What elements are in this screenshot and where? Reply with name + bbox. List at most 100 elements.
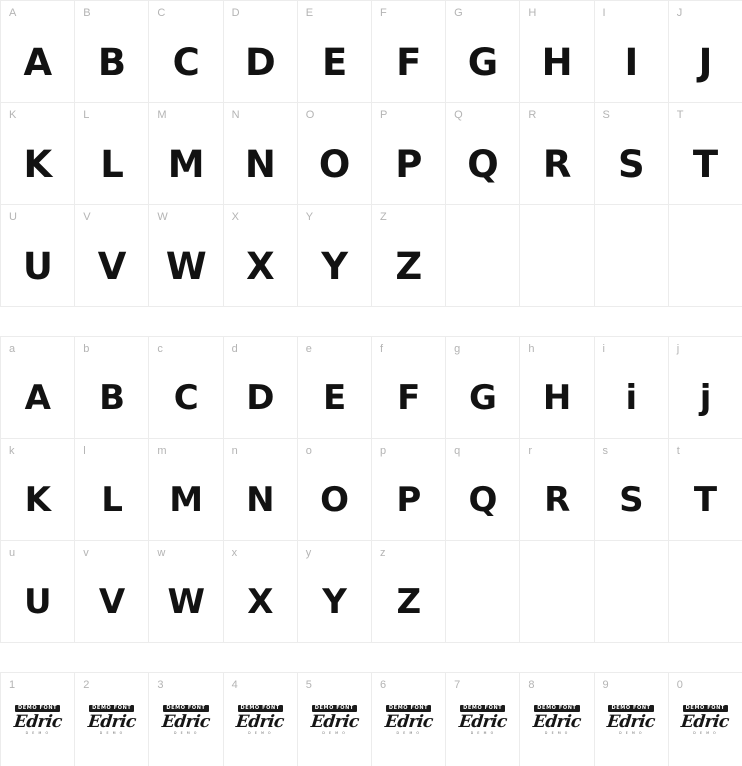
glyph-cell[interactable]: nN [223, 439, 298, 541]
glyph-cell[interactable]: JJ [668, 1, 742, 103]
watermark-banner-text: DEMO FONT [89, 705, 135, 712]
glyph-cell[interactable]: FF [371, 1, 447, 103]
glyph-cell[interactable]: LL [75, 103, 150, 205]
glyph-cell[interactable]: DD [223, 1, 298, 103]
demo-font-watermark: DEMO FONT Edric D E M O [224, 705, 297, 736]
watermark-script-text: Edric [235, 712, 286, 732]
glyph-cell[interactable]: II [594, 1, 669, 103]
glyph-cell-label: p [379, 445, 387, 457]
glyph-cell[interactable]: WW [149, 205, 224, 307]
glyph-cell-label: r [528, 445, 533, 457]
glyph-cell[interactable]: TT [668, 103, 742, 205]
demo-font-watermark: DEMO FONT Edric D E M O [520, 705, 593, 736]
glyph-cell[interactable]: hH [520, 337, 595, 439]
glyph-cell-label: X [231, 211, 240, 223]
glyph-cell[interactable]: sS [594, 439, 669, 541]
glyph-cell[interactable]: uU [1, 541, 76, 643]
glyph-cell-label: Q [454, 109, 463, 121]
glyph-cell[interactable]: vV [75, 541, 150, 643]
glyph-cell[interactable]: zZ [371, 541, 447, 643]
glyph-cell[interactable]: HH [520, 1, 595, 103]
glyph-cell[interactable]: kK [1, 439, 76, 541]
glyph-render: R [542, 142, 572, 186]
glyph-cell[interactable]: ZZ [371, 205, 447, 307]
glyph-cell[interactable]: AA [1, 1, 76, 103]
watermark-banner-text: DEMO FONT [460, 705, 506, 712]
glyph-cell[interactable]: bB [75, 337, 150, 439]
glyph-cell[interactable]: VV [75, 205, 150, 307]
glyph-cell[interactable]: yY [297, 541, 372, 643]
glyph-cell[interactable]: 0 DEMO FONT Edric D E M O [668, 673, 742, 766]
demo-font-watermark: DEMO FONT Edric D E M O [149, 705, 222, 736]
glyph-cell-label: w [157, 547, 166, 559]
glyph-cell-label: b [83, 343, 90, 355]
charmap-section-lowercase: aAbBcCdDeEfFgGhHiijj kKlLmMnNoOpPqQrRsStT… [0, 336, 742, 643]
glyph-cell[interactable]: CC [149, 1, 224, 103]
glyph-cell[interactable]: XX [223, 205, 298, 307]
glyph-cell[interactable]: QQ [446, 103, 521, 205]
glyph-cell-label: e [305, 343, 313, 355]
glyph-cell[interactable]: 8 DEMO FONT Edric D E M O [520, 673, 595, 766]
glyph-cell[interactable]: KK [1, 103, 76, 205]
glyph-cell-label: z [379, 547, 386, 559]
watermark-banner-text: DEMO FONT [163, 705, 209, 712]
glyph-cell-label: q [454, 445, 461, 457]
glyph-cell[interactable]: NN [223, 103, 298, 205]
glyph-cell[interactable]: rR [520, 439, 595, 541]
glyph-cell[interactable]: YY [297, 205, 372, 307]
glyph-cell[interactable]: xX [223, 541, 298, 643]
glyph-cell-label: A [9, 7, 17, 19]
glyph-cell[interactable]: 6 DEMO FONT Edric D E M O [371, 673, 447, 766]
glyph-cell[interactable]: RR [520, 103, 595, 205]
glyph-cell[interactable]: dD [223, 337, 298, 439]
glyph-cell[interactable]: MM [149, 103, 224, 205]
glyph-cell[interactable]: BB [75, 1, 150, 103]
glyph-cell-label: j [676, 343, 680, 355]
glyph-cell[interactable]: 1 DEMO FONT Edric D E M O [1, 673, 76, 766]
glyph-cell-label: Z [379, 211, 387, 223]
glyph-cell[interactable]: EE [297, 1, 372, 103]
glyph-cell[interactable]: 4 DEMO FONT Edric D E M O [223, 673, 298, 766]
glyph-render: Z [396, 582, 421, 622]
watermark-banner-text: DEMO FONT [14, 705, 61, 712]
glyph-cell[interactable]: 2 DEMO FONT Edric D E M O [75, 673, 150, 766]
glyph-cell[interactable]: eE [297, 337, 372, 439]
glyph-cell[interactable]: 3 DEMO FONT Edric D E M O [149, 673, 224, 766]
glyph-cell-label: S [602, 109, 611, 121]
glyph-cell[interactable]: qQ [446, 439, 521, 541]
glyph-cell[interactable]: GG [446, 1, 521, 103]
glyph-cell[interactable]: fF [371, 337, 447, 439]
watermark-script-text: Edric [86, 712, 137, 732]
glyph-render: D [246, 378, 275, 418]
glyph-cell[interactable]: OO [297, 103, 372, 205]
glyph-cell[interactable]: pP [371, 439, 447, 541]
glyph-render: V [97, 244, 127, 288]
glyph-render: C [172, 40, 200, 84]
glyph-cell[interactable]: 5 DEMO FONT Edric D E M O [297, 673, 372, 766]
glyph-cell[interactable]: gG [446, 337, 521, 439]
glyph-cell[interactable]: cC [149, 337, 224, 439]
glyph-cell[interactable]: oO [297, 439, 372, 541]
glyph-render: N [244, 142, 276, 186]
glyph-cell[interactable]: mM [149, 439, 224, 541]
glyph-render: W [165, 244, 207, 288]
glyph-cell[interactable]: aA [1, 337, 76, 439]
glyph-cell[interactable]: UU [1, 205, 76, 307]
glyph-cell[interactable]: 7 DEMO FONT Edric D E M O [446, 673, 521, 766]
watermark-script-text: Edric [680, 712, 731, 732]
glyph-cell[interactable]: lL [75, 439, 150, 541]
glyph-render: Y [321, 244, 348, 288]
glyph-cell[interactable]: ii [594, 337, 669, 439]
glyph-cell-label: n [231, 445, 238, 457]
glyph-cell-label: V [83, 211, 91, 223]
glyph-render: J [698, 40, 713, 84]
glyph-cell[interactable]: wW [149, 541, 224, 643]
glyph-cell-label: 5 [305, 679, 313, 691]
glyph-cell[interactable]: PP [371, 103, 447, 205]
glyph-cell-empty [594, 205, 669, 307]
glyph-cell[interactable]: jj [668, 337, 742, 439]
glyph-cell[interactable]: tT [668, 439, 742, 541]
glyph-cell[interactable]: 9 DEMO FONT Edric D E M O [594, 673, 669, 766]
glyph-cell-label: W [157, 211, 168, 223]
glyph-cell[interactable]: SS [594, 103, 669, 205]
